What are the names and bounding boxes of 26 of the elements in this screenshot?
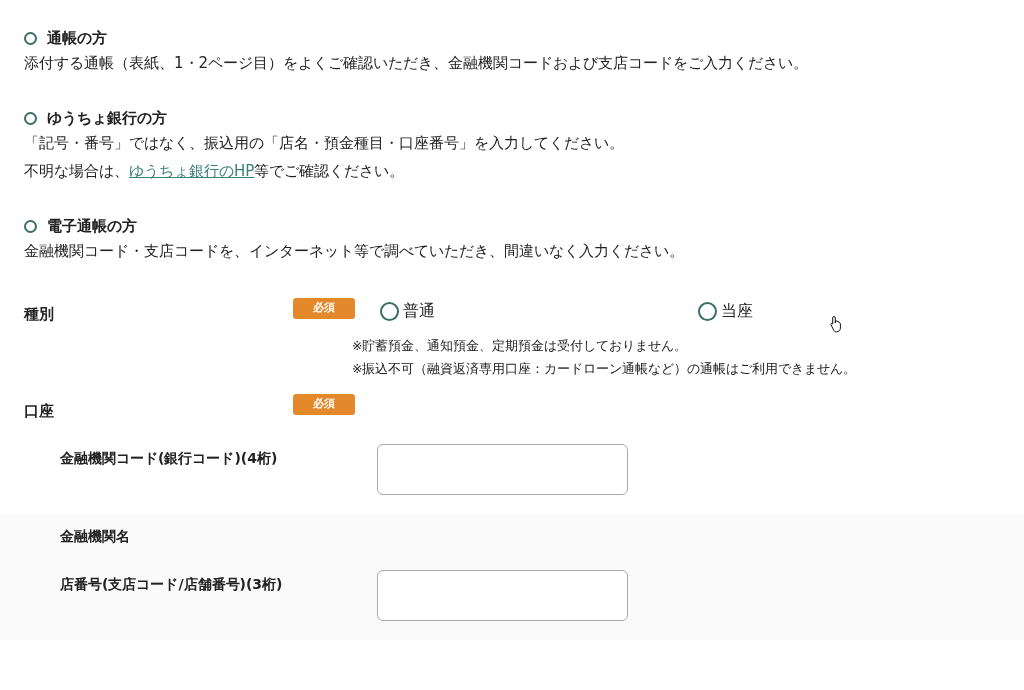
field-label: 口座 <box>24 401 54 422</box>
field-label: 種別 <box>24 304 54 325</box>
radio-label[interactable]: 普通 <box>403 299 435 323</box>
section-heading: 電子通帳の方 <box>47 215 137 237</box>
radio-button[interactable] <box>698 301 717 321</box>
radio-label[interactable]: 当座 <box>721 299 753 323</box>
instruction-text: 添付する通帳（表紙、1・2ページ目）をよくご確認いただき、金融機関コードおよび支店コードをご入力ください。 <box>24 53 810 74</box>
circle-bullet-icon <box>24 31 37 45</box>
instruction-text: 「記号・番号」ではなく、振込用の「店名・預金種目・口座番号」を入力してください。 <box>24 133 625 154</box>
circle-bullet-icon <box>24 111 37 125</box>
input-field[interactable] <box>377 570 628 621</box>
field-label: 店番号(支店コード/店舗番号)(3桁) <box>60 575 284 594</box>
note-text: ※貯蓄預金、通知預金、定期預金は受付しておりません。 <box>352 337 689 355</box>
field-label: 金融機関コード(銀行コード)(4桁) <box>60 449 279 468</box>
section-heading: ゆうちょ銀行の方 <box>47 107 167 129</box>
required-badge: 必須 <box>293 394 355 415</box>
note-text: ※振込不可（融資返済専用口座：カードローン通帳など）の通帳はご利用できません。 <box>352 360 857 378</box>
section-heading: 通帳の方 <box>47 27 107 49</box>
instruction-text: 不明な場合は、ゆうちょ銀行のHP等でご確認ください。 <box>24 161 406 182</box>
radio-button[interactable] <box>380 301 399 321</box>
required-badge: 必須 <box>293 298 355 319</box>
instruction-text: 金融機関コード・支店コードを、インターネット等で調べていただき、間違いなく入力ください。 <box>24 241 685 262</box>
bank-website-link[interactable]: ゆうちょ銀行のHP <box>129 162 255 180</box>
field-label: 金融機関名 <box>60 527 131 546</box>
input-field[interactable] <box>377 444 628 495</box>
circle-bullet-icon <box>24 219 37 233</box>
